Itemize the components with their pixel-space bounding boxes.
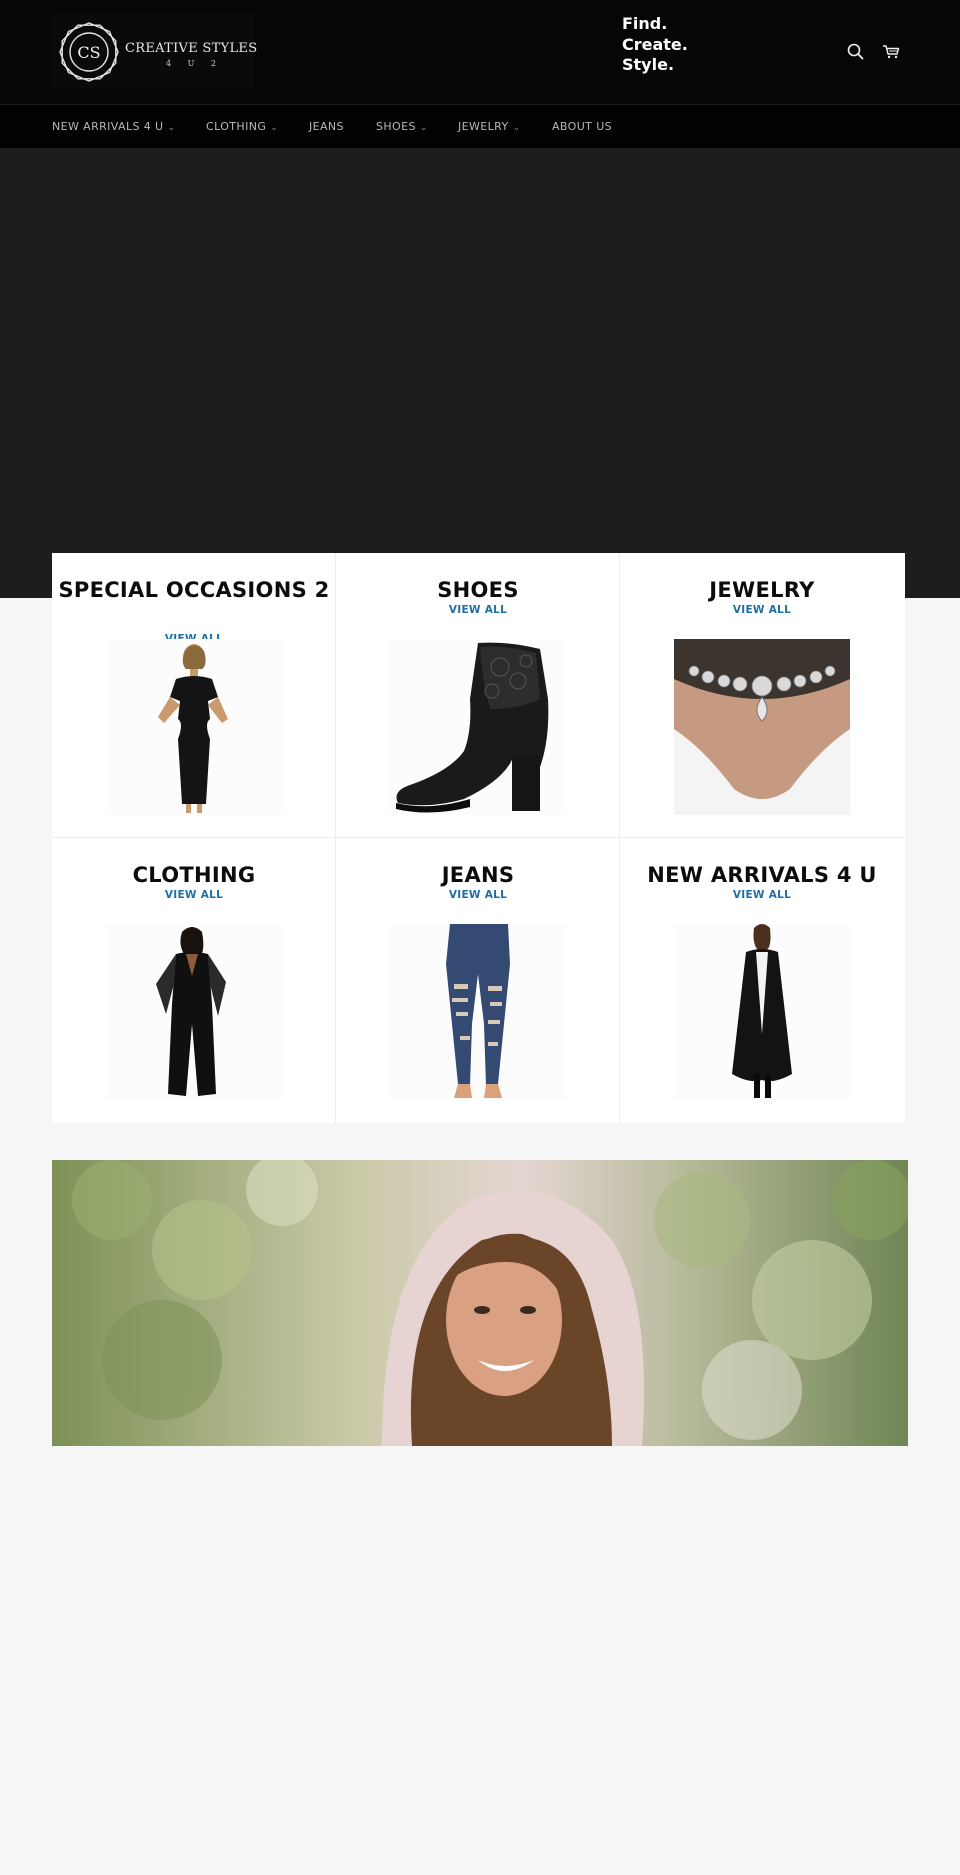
- logo[interactable]: CS CREATIVE STYLES 4 U 2: [52, 13, 258, 89]
- nav-item-label: JEANS: [309, 120, 344, 133]
- collection-card-jeans[interactable]: JEANS VIEW ALL: [336, 838, 620, 1123]
- site-header: CS CREATIVE STYLES 4 U 2 Find. Create. S…: [0, 0, 960, 104]
- view-all-link[interactable]: VIEW ALL: [620, 604, 904, 616]
- tagline-line: Style.: [622, 55, 675, 74]
- collection-title: CLOTHING: [132, 863, 256, 887]
- collection-image[interactable]: [674, 639, 850, 815]
- collection-card-clothing[interactable]: CLOTHING VIEW ALL: [52, 838, 336, 1123]
- collection-title: NEW ARRIVALS 4 U: [647, 863, 877, 887]
- search-icon[interactable]: [844, 40, 868, 64]
- collection-card-jewelry[interactable]: JEWELRY VIEW ALL: [620, 553, 904, 838]
- collection-title: SPECIAL OCCASIONS 2: [58, 578, 330, 602]
- logo-emblem-icon: CS: [59, 22, 119, 82]
- nav-item-new-arrivals[interactable]: NEW ARRIVALS 4 U ⌄: [52, 120, 175, 133]
- collection-card-special-occasions[interactable]: SPECIAL OCCASIONS 2 VIEW ALL: [52, 553, 336, 838]
- coat-image: [732, 924, 792, 1098]
- tagline: Find. Create. Style.: [622, 14, 688, 76]
- collection-title: SHOES: [437, 578, 519, 602]
- view-all-link[interactable]: VIEW ALL: [52, 889, 336, 901]
- hero-slideshow: [0, 148, 960, 598]
- collection-image[interactable]: [106, 639, 282, 815]
- chevron-down-icon: ⌄: [270, 123, 279, 133]
- logo-name: CREATIVE STYLES: [125, 41, 258, 56]
- logo-monogram: CS: [77, 43, 100, 62]
- featured-banner-image[interactable]: [52, 1160, 908, 1446]
- nav-item-about-us[interactable]: ABOUT US: [552, 120, 612, 133]
- logo-subtitle: 4 U 2: [166, 59, 224, 68]
- nav-item-label: JEWELRY: [458, 120, 509, 133]
- collection-image[interactable]: [674, 924, 850, 1100]
- dress-image: [158, 644, 228, 813]
- collection-image[interactable]: [106, 924, 282, 1100]
- chevron-down-icon: ⌄: [167, 123, 176, 133]
- view-all-link[interactable]: VIEW ALL: [620, 889, 904, 901]
- collection-card-shoes[interactable]: SHOES VIEW ALL: [336, 553, 620, 838]
- nav-item-jewelry[interactable]: JEWELRY ⌄: [458, 120, 521, 133]
- collection-title: JEWELRY: [709, 578, 815, 602]
- tagline-line: Find.: [622, 14, 668, 33]
- collection-image[interactable]: [390, 924, 566, 1100]
- nav-item-label: SHOES: [376, 120, 416, 133]
- nav-item-label: ABOUT US: [552, 120, 613, 133]
- nav-item-shoes[interactable]: SHOES ⌄: [376, 120, 428, 133]
- cart-icon[interactable]: [879, 40, 903, 64]
- collection-grid: SPECIAL OCCASIONS 2 VIEW ALL SHOES VIEW …: [52, 553, 905, 1123]
- nav-item-clothing[interactable]: CLOTHING ⌄: [206, 120, 278, 133]
- boot-image: [396, 642, 549, 813]
- banner-photo: [72, 1160, 908, 1446]
- nav-item-jeans[interactable]: JEANS: [309, 120, 344, 133]
- main-navigation: NEW ARRIVALS 4 U ⌄ CLOTHING ⌄ JEANS SHOES ⌄…: [0, 104, 960, 148]
- tagline-line: Create.: [622, 34, 688, 54]
- chevron-down-icon: ⌄: [512, 123, 521, 133]
- view-all-link[interactable]: VIEW ALL: [336, 604, 620, 616]
- view-all-link[interactable]: VIEW ALL: [336, 889, 620, 901]
- jeans-image: [446, 924, 510, 1098]
- collection-title: JEANS: [441, 863, 515, 887]
- collection-card-new-arrivals[interactable]: NEW ARRIVALS 4 U VIEW ALL: [620, 838, 904, 1123]
- necklace-image: [674, 639, 850, 815]
- nav-item-label: NEW ARRIVALS 4 U: [52, 120, 164, 133]
- chevron-down-icon: ⌄: [419, 123, 428, 133]
- collection-image[interactable]: [390, 639, 566, 815]
- jumpsuit-image: [156, 927, 226, 1096]
- nav-item-label: CLOTHING: [206, 120, 267, 133]
